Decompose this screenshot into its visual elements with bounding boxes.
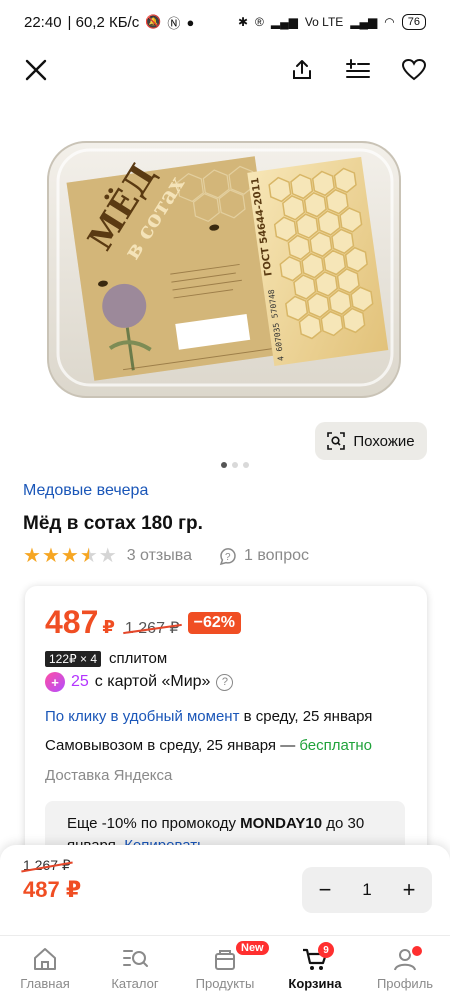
- scan-search-icon: [327, 432, 346, 450]
- status-time: 22:40: [24, 13, 62, 31]
- promo-prefix: Еще -10% по промокоду: [67, 815, 241, 832]
- bottom-tab-bar: Главная Каталог Продукты New Корзина 9 П…: [0, 935, 450, 1000]
- notification-dot: [410, 944, 424, 958]
- home-icon: [34, 947, 56, 970]
- tab-products-label: Продукты: [195, 975, 255, 991]
- product-image[interactable]: МЁД в сотах ГОСТ 54644-2011 4 607035 570…: [40, 120, 410, 405]
- pickup-free-label: бесплатно: [299, 737, 373, 754]
- tab-home-label: Главная: [20, 975, 70, 991]
- delivery-option: По клику в удобный момент в среду, 25 ян…: [45, 708, 372, 725]
- volte-label: Vo LTE: [304, 15, 344, 29]
- similar-products-button[interactable]: Похожие: [315, 422, 427, 460]
- buy-bar: 1 267 ₽ 487 ₽ − 1 +: [0, 845, 450, 935]
- tab-cart[interactable]: Корзина 9: [270, 936, 360, 1000]
- pickup-text: Самовывозом в среду, 25 января —: [45, 737, 300, 754]
- quantity-stepper: − 1 +: [302, 867, 432, 913]
- price-row: 487 ₽ 1 267 ₽ −62%: [45, 604, 241, 641]
- tab-cart-label: Корзина: [288, 975, 342, 991]
- heart-icon[interactable]: [400, 56, 428, 84]
- battery-indicator: 76: [401, 14, 426, 30]
- close-icon[interactable]: [22, 56, 50, 84]
- mute-bell-icon: 🔕: [145, 14, 162, 29]
- mir-points-amount: 25: [71, 673, 89, 690]
- split-label: сплитом: [109, 650, 168, 667]
- info-icon[interactable]: ?: [216, 673, 234, 691]
- plus-points-icon: +: [45, 672, 65, 692]
- tab-profile-label: Профиль: [376, 975, 434, 991]
- pickup-option: Самовывозом в среду, 25 января — бесплат…: [45, 737, 372, 754]
- split-badge: 122₽ × 4: [45, 650, 102, 667]
- discount-badge: −62%: [187, 611, 241, 634]
- app-notification-icon: ●: [186, 14, 195, 30]
- product-title: Мёд в сотах 180 гр.: [23, 513, 203, 534]
- star-full-icon: ★: [41, 545, 60, 567]
- nfc-icon: Ⓝ: [167, 15, 181, 31]
- split-payment-row[interactable]: 122₽ × 4 сплитом: [45, 650, 167, 667]
- offer-card: 487 ₽ 1 267 ₽ −62% 122₽ × 4 сплитом + 25 …: [25, 586, 427, 876]
- star-full-icon: ★: [23, 545, 41, 567]
- brand-link[interactable]: Медовые вечера: [23, 482, 148, 500]
- gallery-pagination: [221, 462, 249, 468]
- rating-stars[interactable]: ★ ★ ★ ★ ★: [23, 546, 117, 566]
- star-full-icon: ★: [60, 545, 79, 567]
- wifi-icon: ◠: [384, 15, 395, 29]
- question-bubble-icon: ?: [219, 548, 236, 566]
- status-speed: | 60,2 КБ/с: [67, 13, 140, 31]
- quantity-value: 1: [362, 880, 372, 899]
- questions-label: 1 вопрос: [243, 547, 309, 564]
- promo-code: MONDAY10: [240, 815, 323, 832]
- delivery-date: в среду, 25 января: [239, 708, 373, 725]
- list-add-icon[interactable]: [344, 56, 372, 84]
- mir-card-label: с картой «Мир»: [94, 673, 211, 690]
- buybar-price: 487 ₽: [23, 877, 82, 902]
- tab-catalog-label: Каталог: [111, 975, 159, 991]
- buybar-old-price: 1 267 ₽: [23, 857, 71, 873]
- share-icon[interactable]: [288, 56, 316, 84]
- status-bar: 22:40 | 60,2 КБ/с 🔕 Ⓝ ● ✱ ® ▂▄▆ Vo LTE ▂…: [0, 0, 450, 44]
- top-navigation: [0, 44, 450, 96]
- tab-home[interactable]: Главная: [0, 936, 90, 1000]
- questions-link[interactable]: ? 1 вопрос: [218, 546, 309, 566]
- gallery-dot[interactable]: [243, 462, 249, 468]
- similar-products-label: Похожие: [353, 432, 415, 450]
- registered-icon: ®: [255, 15, 264, 29]
- delivery-link[interactable]: По клику в удобный момент: [45, 708, 239, 725]
- tab-profile[interactable]: Профиль: [360, 936, 450, 1000]
- svg-text:?: ?: [225, 552, 231, 563]
- star-half-icon: ★: [79, 545, 98, 567]
- delivery-service: Доставка Яндекса: [45, 767, 173, 784]
- tab-catalog[interactable]: Каталог: [90, 936, 180, 1000]
- reviews-link[interactable]: 3 отзыва: [127, 547, 192, 565]
- new-badge: New: [236, 941, 269, 955]
- increase-button[interactable]: +: [400, 877, 418, 903]
- star-empty-icon: ★: [98, 545, 117, 567]
- grocery-icon: [215, 949, 235, 970]
- mir-cashback-row: + 25 с картой «Мир» ?: [45, 672, 234, 692]
- tab-products[interactable]: Продукты New: [180, 936, 270, 1000]
- cart-count-badge: 9: [318, 942, 334, 958]
- signal-icon-2: ▂▄▆: [350, 15, 378, 29]
- signal-icon-1: ▂▄▆: [270, 15, 298, 29]
- catalog-search-icon: [123, 949, 148, 967]
- current-price: 487 ₽: [45, 604, 115, 640]
- gallery-dot-active[interactable]: [221, 462, 227, 468]
- rating-row: ★ ★ ★ ★ ★ 3 отзыва ? 1 вопрос: [23, 546, 309, 566]
- bluetooth-icon: ✱: [237, 15, 249, 29]
- old-price: 1 267 ₽: [124, 620, 180, 637]
- gallery-dot[interactable]: [232, 462, 238, 468]
- decrease-button[interactable]: −: [316, 877, 334, 903]
